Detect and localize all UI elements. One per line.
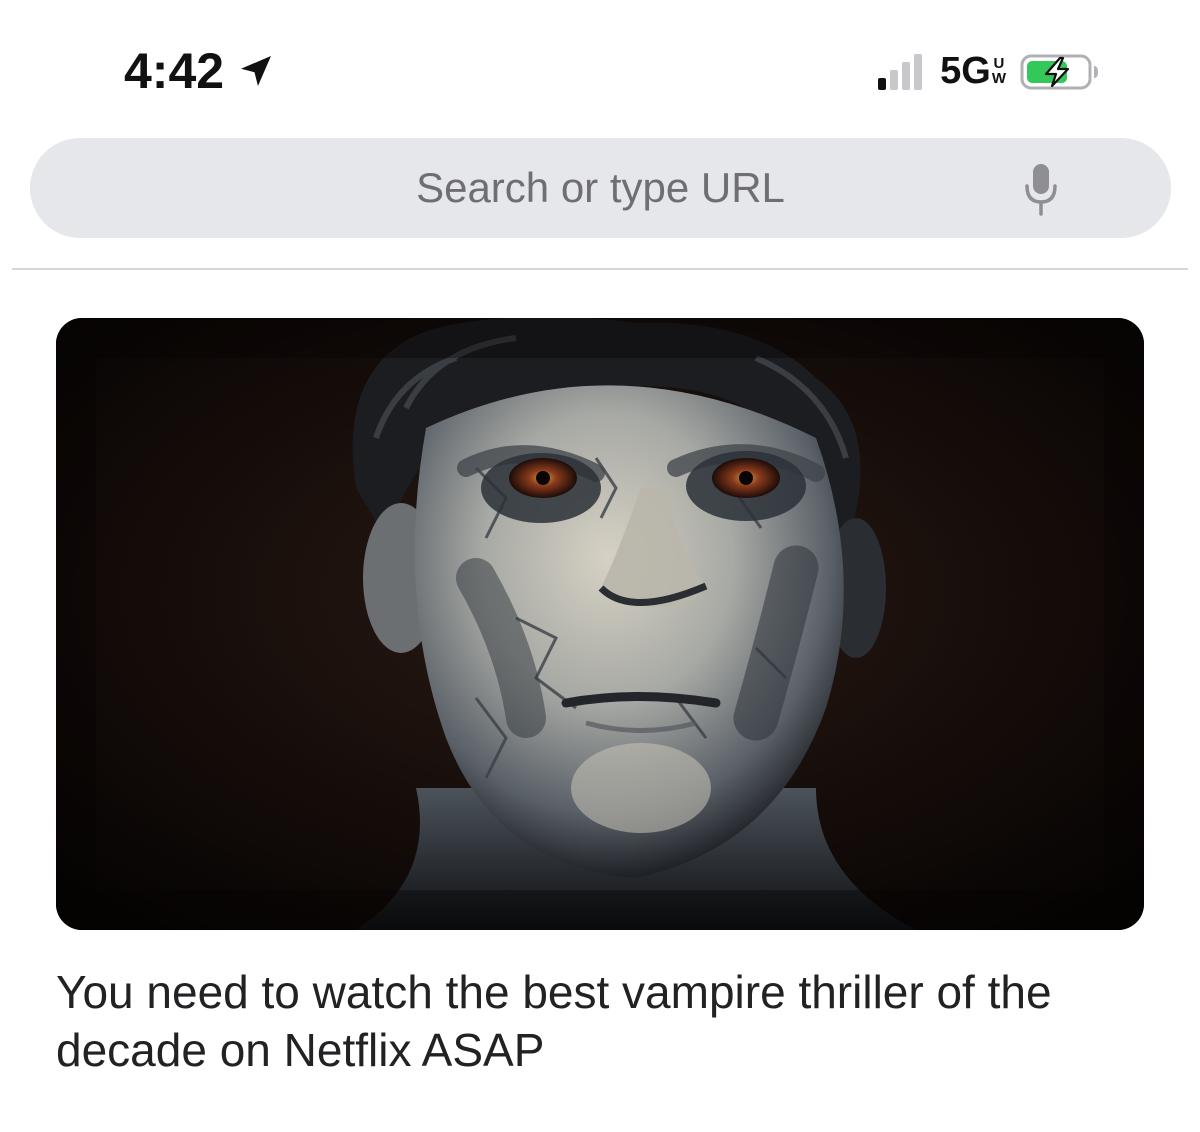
- status-time: 4:42: [124, 43, 225, 99]
- status-bar: 4:42 5G U W: [0, 0, 1200, 130]
- network-indicator: 5G U W: [940, 50, 1006, 93]
- search-bar[interactable]: Search or type URL: [30, 138, 1171, 238]
- cellular-signal-icon: [878, 53, 923, 90]
- network-badge: U W: [992, 56, 1006, 86]
- divider: [12, 268, 1188, 270]
- article-image[interactable]: [56, 318, 1144, 930]
- microphone-icon[interactable]: [1023, 162, 1059, 216]
- network-badge-top: U: [993, 54, 1005, 72]
- network-badge-bottom: W: [991, 69, 1006, 87]
- status-indicators: 5G U W: [876, 50, 1100, 93]
- article-headline[interactable]: You need to watch the best vampire thril…: [56, 963, 1146, 1079]
- time-group: 4:42: [124, 42, 274, 100]
- location-arrow-icon: [241, 56, 272, 86]
- battery-charging-icon: [1020, 54, 1098, 89]
- network-type: 5G: [940, 50, 991, 92]
- search-input-placeholder[interactable]: Search or type URL: [416, 164, 785, 212]
